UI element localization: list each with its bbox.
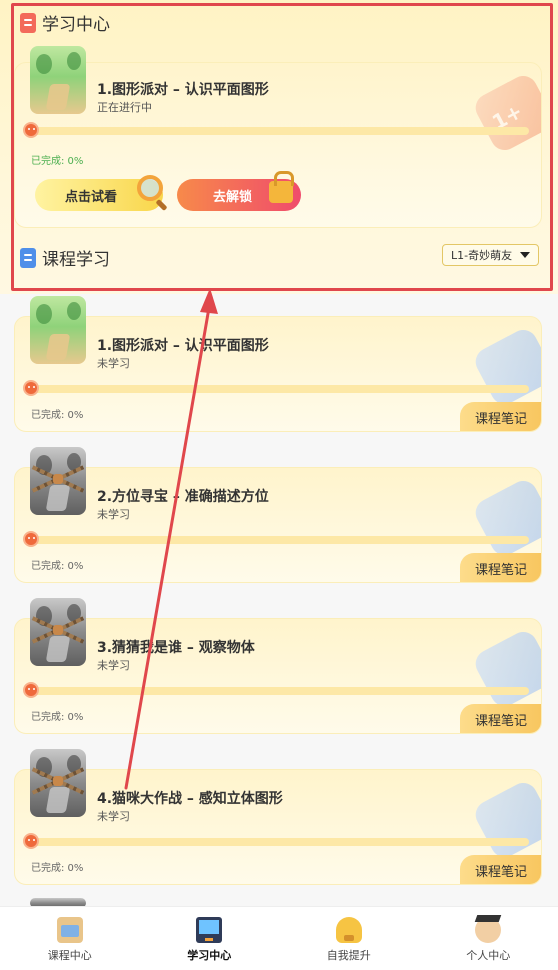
tab-personal-center[interactable]: 个人中心	[419, 907, 558, 970]
school-bag-icon	[56, 917, 83, 943]
book-icon	[20, 12, 36, 33]
tab-label: 自我提升	[326, 949, 371, 962]
locked-course-thumbnail	[30, 598, 86, 666]
padlock-icon	[269, 171, 294, 203]
course-title: 1.图形派对 – 认识平面图形	[97, 338, 269, 354]
course-title: 1.图形派对 – 认识平面图形	[97, 82, 269, 98]
progress-face-icon	[23, 833, 39, 849]
course-card[interactable]: 2.方位寻宝 – 准确描述方位 未学习 已完成: 0% 课程笔记	[14, 467, 542, 583]
level-selector[interactable]: L1-奇妙萌友	[442, 244, 539, 266]
try-button[interactable]: 点击试看	[35, 175, 163, 211]
progress-label: 已完成: 0%	[31, 410, 84, 421]
course-study-heading: 课程学习	[20, 245, 110, 270]
caret-down-icon	[520, 252, 530, 258]
course-notes-button[interactable]: 课程笔记	[460, 704, 541, 733]
progress-face-icon	[23, 122, 39, 138]
course-card[interactable]: 3.猜猜我是谁 – 观察物体 未学习 已完成: 0% 课程笔记	[14, 618, 542, 734]
course-title: 2.方位寻宝 – 准确描述方位	[97, 489, 269, 505]
unlock-button[interactable]: 去解锁	[177, 171, 301, 211]
graduate-avatar-icon	[475, 917, 502, 943]
course-thumbnail	[30, 46, 86, 114]
book-icon	[20, 247, 36, 268]
tab-label: 课程中心	[47, 949, 92, 962]
course-notes-button[interactable]: 课程笔记	[460, 553, 541, 582]
tab-self-improvement[interactable]: 自我提升	[279, 907, 419, 970]
course-notes-button[interactable]: 课程笔记	[460, 402, 541, 431]
section-title: 课程学习	[42, 250, 110, 270]
tab-label: 个人中心	[466, 949, 511, 962]
section-title: 学习中心	[42, 15, 110, 35]
learning-center-header-area: 学习中心 1+ 1.图形派对 – 认识平面图形 正在进行中 已完成: 0% 点击…	[0, 0, 558, 294]
unlock-button-label: 去解锁	[213, 189, 253, 205]
tab-course-center[interactable]: 课程中心	[0, 907, 140, 970]
monitor-icon	[196, 917, 223, 943]
progress-bar	[23, 682, 529, 698]
learning-center-heading: 学习中心	[20, 10, 110, 35]
notes-decoration-icon	[470, 325, 541, 409]
progress-bar	[23, 380, 529, 396]
locked-course-thumbnail	[30, 447, 86, 515]
progress-bar	[23, 531, 529, 547]
course-title: 4.猫咪大作战 – 感知立体图形	[97, 791, 283, 807]
locked-course-thumbnail	[30, 749, 86, 817]
notes-decoration-icon	[470, 476, 541, 560]
notes-decoration-icon	[470, 627, 541, 711]
course-title: 3.猜猜我是谁 – 观察物体	[97, 640, 255, 656]
progress-label: 已完成: 0%	[31, 712, 84, 723]
course-status: 未学习	[97, 659, 130, 672]
math-badge-icon: 1+	[470, 71, 541, 155]
try-button-label: 点击试看	[65, 189, 118, 205]
progress-label: 已完成: 0%	[31, 156, 84, 167]
progress-face-icon	[23, 531, 39, 547]
level-selector-value: L1-奇妙萌友	[451, 249, 513, 262]
progress-label: 已完成: 0%	[31, 863, 84, 874]
trophy-icon	[335, 917, 362, 943]
course-notes-button[interactable]: 课程笔记	[460, 855, 541, 884]
tab-label: 学习中心	[187, 949, 232, 962]
magnifier-icon	[137, 175, 163, 201]
current-course-card[interactable]: 1+ 1.图形派对 – 认识平面图形 正在进行中 已完成: 0% 点击试看 去解…	[14, 62, 542, 228]
course-card[interactable]: 1.图形派对 – 认识平面图形 未学习 已完成: 0% 课程笔记	[14, 316, 542, 432]
course-status: 未学习	[97, 508, 130, 521]
course-status: 未学习	[97, 357, 130, 370]
bottom-tab-bar: 课程中心 学习中心 自我提升 个人中心	[0, 906, 558, 970]
progress-label: 已完成: 0%	[31, 561, 84, 572]
progress-bar	[23, 833, 529, 849]
course-status: 未学习	[97, 810, 130, 823]
progress-face-icon	[23, 682, 39, 698]
course-thumbnail	[30, 296, 86, 364]
progress-bar	[23, 122, 529, 138]
lock-icon	[53, 625, 63, 635]
notes-decoration-icon	[470, 778, 541, 862]
learning-center-page: 学习中心 1+ 1.图形派对 – 认识平面图形 正在进行中 已完成: 0% 点击…	[0, 0, 558, 970]
tab-learning-center[interactable]: 学习中心	[140, 907, 280, 970]
lock-icon	[53, 776, 63, 786]
progress-face-icon	[23, 380, 39, 396]
course-status: 正在进行中	[97, 101, 152, 114]
course-card[interactable]: 4.猫咪大作战 – 感知立体图形 未学习 已完成: 0% 课程笔记	[14, 769, 542, 885]
lock-icon	[53, 474, 63, 484]
